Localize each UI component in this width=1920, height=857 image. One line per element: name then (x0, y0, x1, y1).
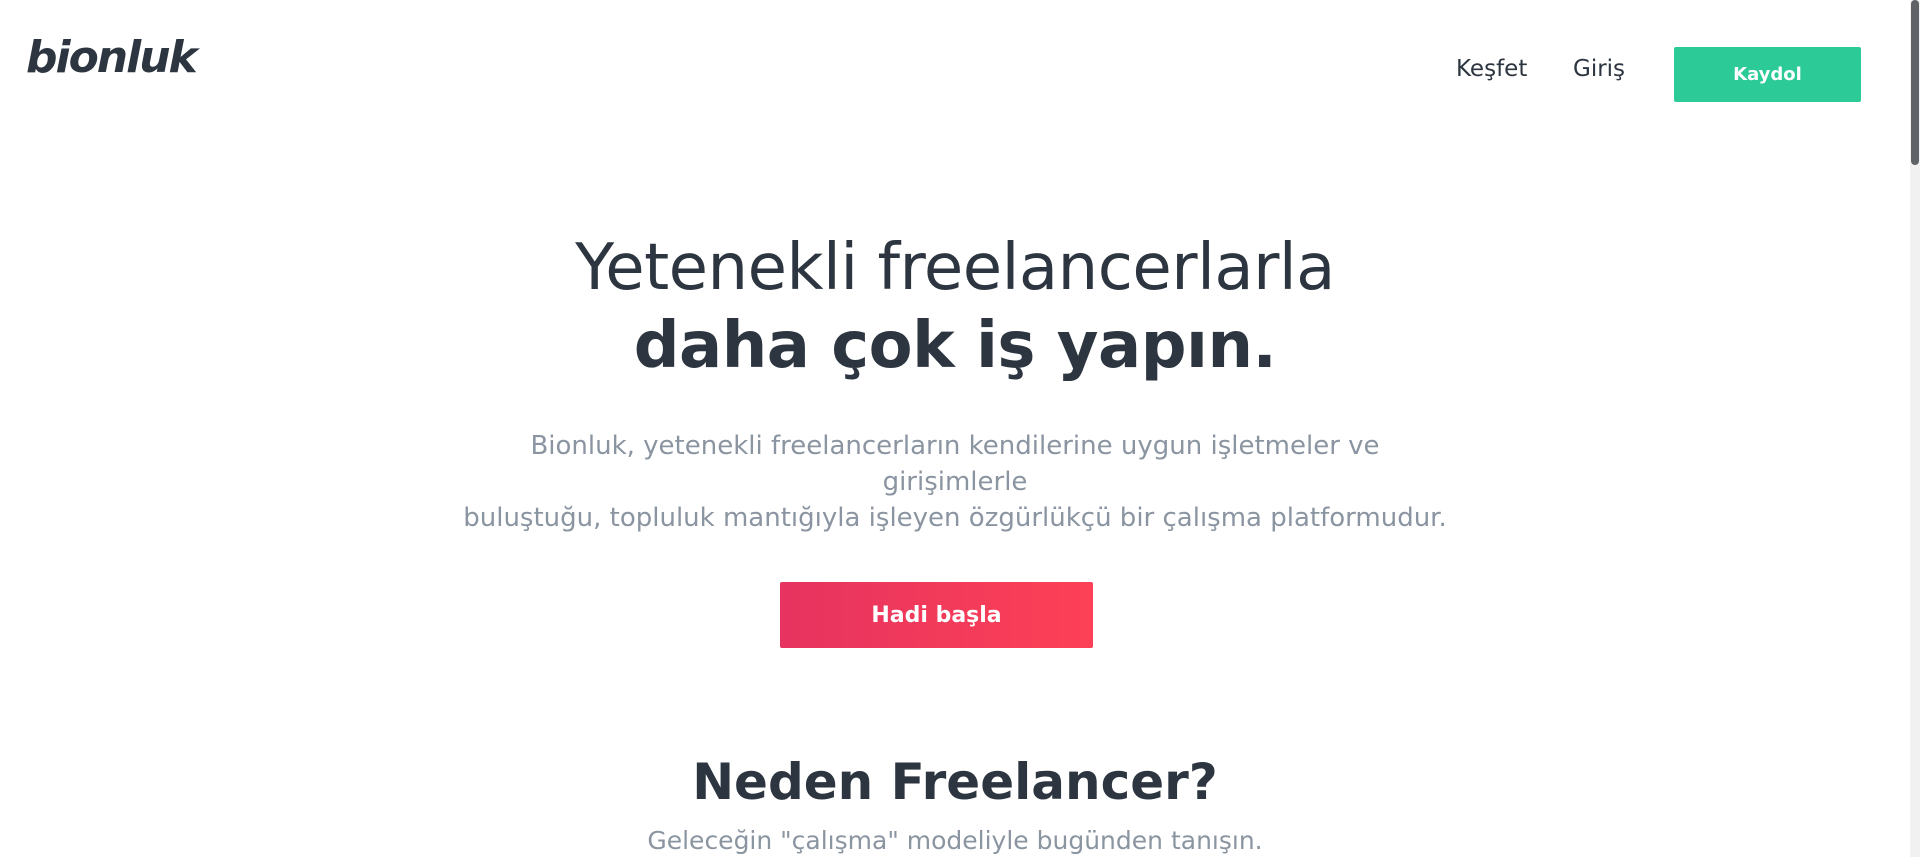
nav-explore-link[interactable]: Keşfet (1456, 58, 1527, 81)
nav-login-link[interactable]: Giriş (1573, 58, 1625, 81)
signup-button[interactable]: Kaydol (1674, 47, 1861, 102)
why-title-regular: Neden (692, 753, 874, 811)
hero-description-line1: Bionluk, yetenekli freelancerların kendi… (530, 431, 1380, 497)
bionluk-logo[interactable]: bionluk (26, 36, 198, 80)
page: bionluk Keşfet Giriş Kaydol Yetenekli fr… (0, 0, 1920, 857)
hero-description-line2: buluştuğu, topluluk mantığıyla işleyen ö… (463, 503, 1447, 533)
why-title-bold: Freelancer? (890, 753, 1218, 811)
hero-description: Bionluk, yetenekli freelancerların kendi… (460, 428, 1450, 536)
why-freelancer-title: Neden Freelancer? (0, 757, 1910, 807)
hero-title-line1: Yetenekli freelancerlarla (575, 231, 1335, 305)
scrollbar-thumb[interactable] (1911, 0, 1919, 165)
get-started-button[interactable]: Hadi başla (780, 582, 1093, 648)
why-freelancer-subtitle: Geleceğin "çalışma" modeliyle bugünden t… (647, 826, 1263, 855)
hero-title-line2: daha çok iş yapın. (633, 309, 1277, 383)
